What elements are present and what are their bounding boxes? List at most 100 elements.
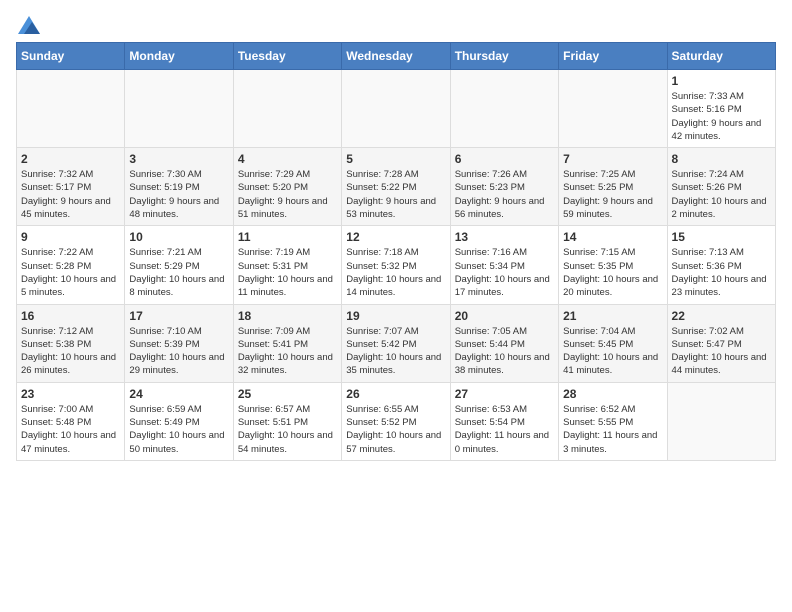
day-number: 18	[238, 309, 337, 323]
calendar-week-row: 16 Sunrise: 7:12 AMSunset: 5:38 PMDayligh…	[17, 304, 776, 382]
day-info: Sunrise: 7:24 AMSunset: 5:26 PMDaylight:…	[672, 168, 771, 221]
calendar-cell: 5 Sunrise: 7:28 AMSunset: 5:22 PMDaylight…	[342, 148, 450, 226]
day-number: 26	[346, 387, 445, 401]
day-info: Sunrise: 7:22 AMSunset: 5:28 PMDaylight:…	[21, 246, 120, 299]
day-number: 23	[21, 387, 120, 401]
calendar-cell: 11Sunrise: 7:19 AMSunset: 5:31 PMDayligh…	[233, 226, 341, 304]
calendar-cell: 22 Sunrise: 7:02 AMSunset: 5:47 PMDayligh…	[667, 304, 775, 382]
calendar-cell	[342, 70, 450, 148]
day-number: 22	[672, 309, 771, 323]
calendar-cell: 7Sunrise: 7:25 AMSunset: 5:25 PMDaylight…	[559, 148, 667, 226]
day-info: Sunrise: 7:18 AMSunset: 5:32 PMDaylight:…	[346, 246, 445, 299]
calendar-week-row: 2 Sunrise: 7:32 AMSunset: 5:17 PMDaylight…	[17, 148, 776, 226]
calendar-cell: 24 Sunrise: 6:59 AMSunset: 5:49 PMDayligh…	[125, 382, 233, 460]
day-number: 28	[563, 387, 662, 401]
day-number: 2	[21, 152, 120, 166]
calendar-cell: 26 Sunrise: 6:55 AMSunset: 5:52 PMDayligh…	[342, 382, 450, 460]
calendar-cell	[233, 70, 341, 148]
day-number: 16	[21, 309, 120, 323]
calendar-cell: 25Sunrise: 6:57 AMSunset: 5:51 PMDayligh…	[233, 382, 341, 460]
calendar-cell: 8 Sunrise: 7:24 AMSunset: 5:26 PMDaylight…	[667, 148, 775, 226]
day-number: 11	[238, 230, 337, 244]
day-number: 21	[563, 309, 662, 323]
day-info: Sunrise: 7:33 AMSunset: 5:16 PMDaylight:…	[672, 90, 771, 143]
calendar-week-row: 1 Sunrise: 7:33 AMSunset: 5:16 PMDaylight…	[17, 70, 776, 148]
weekday-header-monday: Monday	[125, 43, 233, 70]
day-info: Sunrise: 7:15 AMSunset: 5:35 PMDaylight:…	[563, 246, 662, 299]
calendar-cell: 13 Sunrise: 7:16 AMSunset: 5:34 PMDayligh…	[450, 226, 558, 304]
calendar-week-row: 9 Sunrise: 7:22 AMSunset: 5:28 PMDaylight…	[17, 226, 776, 304]
calendar-cell: 4Sunrise: 7:29 AMSunset: 5:20 PMDaylight…	[233, 148, 341, 226]
day-number: 20	[455, 309, 554, 323]
day-info: Sunrise: 7:21 AMSunset: 5:29 PMDaylight:…	[129, 246, 228, 299]
calendar-cell: 28 Sunrise: 6:52 AMSunset: 5:55 PMDayligh…	[559, 382, 667, 460]
calendar-cell: 12 Sunrise: 7:18 AMSunset: 5:32 PMDayligh…	[342, 226, 450, 304]
calendar-cell: 9 Sunrise: 7:22 AMSunset: 5:28 PMDaylight…	[17, 226, 125, 304]
calendar-cell: 23 Sunrise: 7:00 AMSunset: 5:48 PMDayligh…	[17, 382, 125, 460]
day-info: Sunrise: 7:09 AMSunset: 5:41 PMDaylight:…	[238, 325, 337, 378]
day-info: Sunrise: 6:57 AMSunset: 5:51 PMDaylight:…	[238, 403, 337, 456]
calendar-cell	[125, 70, 233, 148]
day-info: Sunrise: 7:32 AMSunset: 5:17 PMDaylight:…	[21, 168, 120, 221]
day-number: 14	[563, 230, 662, 244]
calendar-cell: 21 Sunrise: 7:04 AMSunset: 5:45 PMDayligh…	[559, 304, 667, 382]
logo-icon	[18, 16, 40, 34]
day-info: Sunrise: 7:05 AMSunset: 5:44 PMDaylight:…	[455, 325, 554, 378]
day-number: 13	[455, 230, 554, 244]
day-info: Sunrise: 7:00 AMSunset: 5:48 PMDaylight:…	[21, 403, 120, 456]
calendar-cell	[17, 70, 125, 148]
calendar-cell: 14 Sunrise: 7:15 AMSunset: 5:35 PMDayligh…	[559, 226, 667, 304]
day-info: Sunrise: 7:28 AMSunset: 5:22 PMDaylight:…	[346, 168, 445, 221]
day-info: Sunrise: 6:52 AMSunset: 5:55 PMDaylight:…	[563, 403, 662, 456]
weekday-header-wednesday: Wednesday	[342, 43, 450, 70]
weekday-header-row: SundayMondayTuesdayWednesdayThursdayFrid…	[17, 43, 776, 70]
day-number: 19	[346, 309, 445, 323]
calendar-cell: 18 Sunrise: 7:09 AMSunset: 5:41 PMDayligh…	[233, 304, 341, 382]
day-number: 27	[455, 387, 554, 401]
calendar-cell: 3 Sunrise: 7:30 AMSunset: 5:19 PMDaylight…	[125, 148, 233, 226]
day-info: Sunrise: 7:10 AMSunset: 5:39 PMDaylight:…	[129, 325, 228, 378]
day-info: Sunrise: 7:16 AMSunset: 5:34 PMDaylight:…	[455, 246, 554, 299]
weekday-header-tuesday: Tuesday	[233, 43, 341, 70]
page-header	[16, 16, 776, 30]
day-info: Sunrise: 7:29 AMSunset: 5:20 PMDaylight:…	[238, 168, 337, 221]
day-number: 8	[672, 152, 771, 166]
calendar-cell: 10 Sunrise: 7:21 AMSunset: 5:29 PMDayligh…	[125, 226, 233, 304]
day-info: Sunrise: 7:02 AMSunset: 5:47 PMDaylight:…	[672, 325, 771, 378]
day-number: 12	[346, 230, 445, 244]
day-number: 9	[21, 230, 120, 244]
calendar-cell: 16 Sunrise: 7:12 AMSunset: 5:38 PMDayligh…	[17, 304, 125, 382]
day-number: 3	[129, 152, 228, 166]
day-info: Sunrise: 6:59 AMSunset: 5:49 PMDaylight:…	[129, 403, 228, 456]
day-info: Sunrise: 7:07 AMSunset: 5:42 PMDaylight:…	[346, 325, 445, 378]
calendar-cell: 6 Sunrise: 7:26 AMSunset: 5:23 PMDaylight…	[450, 148, 558, 226]
day-number: 1	[672, 74, 771, 88]
day-info: Sunrise: 7:30 AMSunset: 5:19 PMDaylight:…	[129, 168, 228, 221]
day-info: Sunrise: 7:12 AMSunset: 5:38 PMDaylight:…	[21, 325, 120, 378]
day-info: Sunrise: 6:55 AMSunset: 5:52 PMDaylight:…	[346, 403, 445, 456]
calendar-cell: 2 Sunrise: 7:32 AMSunset: 5:17 PMDaylight…	[17, 148, 125, 226]
logo	[16, 16, 40, 30]
day-info: Sunrise: 6:53 AMSunset: 5:54 PMDaylight:…	[455, 403, 554, 456]
day-number: 5	[346, 152, 445, 166]
weekday-header-saturday: Saturday	[667, 43, 775, 70]
day-info: Sunrise: 7:25 AMSunset: 5:25 PMDaylight:…	[563, 168, 662, 221]
day-number: 6	[455, 152, 554, 166]
day-info: Sunrise: 7:26 AMSunset: 5:23 PMDaylight:…	[455, 168, 554, 221]
calendar-cell	[559, 70, 667, 148]
calendar: SundayMondayTuesdayWednesdayThursdayFrid…	[16, 42, 776, 461]
calendar-cell	[450, 70, 558, 148]
day-info: Sunrise: 7:13 AMSunset: 5:36 PMDaylight:…	[672, 246, 771, 299]
day-number: 10	[129, 230, 228, 244]
calendar-cell: 17Sunrise: 7:10 AMSunset: 5:39 PMDayligh…	[125, 304, 233, 382]
weekday-header-friday: Friday	[559, 43, 667, 70]
weekday-header-thursday: Thursday	[450, 43, 558, 70]
day-info: Sunrise: 7:04 AMSunset: 5:45 PMDaylight:…	[563, 325, 662, 378]
weekday-header-sunday: Sunday	[17, 43, 125, 70]
calendar-cell: 20 Sunrise: 7:05 AMSunset: 5:44 PMDayligh…	[450, 304, 558, 382]
calendar-cell: 1 Sunrise: 7:33 AMSunset: 5:16 PMDaylight…	[667, 70, 775, 148]
calendar-cell	[667, 382, 775, 460]
day-number: 24	[129, 387, 228, 401]
calendar-cell: 15 Sunrise: 7:13 AMSunset: 5:36 PMDayligh…	[667, 226, 775, 304]
day-number: 15	[672, 230, 771, 244]
